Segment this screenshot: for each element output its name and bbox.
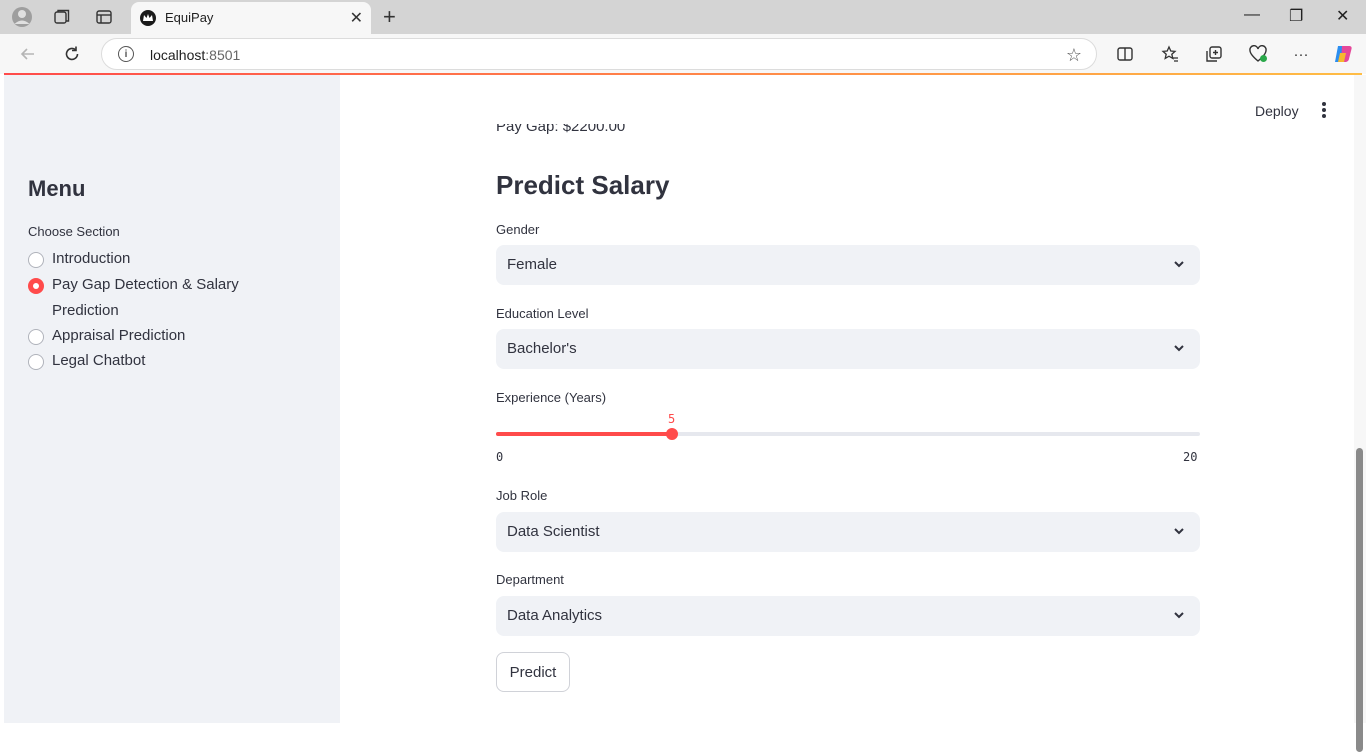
choose-section-label: Choose Section	[28, 224, 120, 239]
minimize-icon[interactable]: —	[1244, 6, 1260, 24]
favorites-icon[interactable]	[1159, 43, 1181, 65]
sidebar-item-pay-gap[interactable]: Pay Gap Detection & Salary Prediction	[28, 276, 242, 324]
deploy-button[interactable]: Deploy	[1255, 103, 1299, 119]
pay-gap-result-text: Pay Gap: $2200.00	[496, 124, 626, 135]
slider-max-label: 20	[1183, 450, 1198, 464]
job-role-select[interactable]: Data Scientist	[496, 512, 1200, 552]
workspaces-icon[interactable]	[51, 6, 73, 28]
radio-button[interactable]	[28, 252, 44, 268]
radio-button[interactable]	[28, 354, 44, 370]
browser-tab-bar: EquiPay ✕ + — ❐ ✕	[0, 0, 1366, 34]
gender-select[interactable]: Female	[496, 245, 1200, 285]
radio-button-selected[interactable]	[28, 278, 44, 294]
new-tab-icon[interactable]: +	[383, 4, 396, 30]
address-bar-row: i localhost:8501 ☆ ···	[0, 34, 1366, 74]
streamlit-favicon-icon	[140, 10, 156, 26]
close-window-icon[interactable]: ✕	[1336, 6, 1349, 26]
experience-slider[interactable]	[496, 428, 1200, 440]
collections-icon[interactable]	[1203, 43, 1225, 65]
url-text: localhost:8501	[150, 47, 241, 63]
gender-label: Gender	[496, 222, 540, 237]
sidebar-title: Menu	[28, 176, 86, 201]
slider-fill	[496, 432, 672, 436]
education-value: Bachelor's	[507, 340, 577, 357]
department-label: Department	[496, 572, 564, 587]
job-role-label: Job Role	[496, 488, 548, 503]
sidebar-item-label: Pay Gap Detection & Salary Prediction	[52, 276, 239, 319]
predict-salary-heading: Predict Salary	[496, 170, 670, 200]
slider-min-label: 0	[496, 450, 504, 464]
sidebar-item-appraisal[interactable]: Appraisal Prediction	[28, 327, 252, 349]
restore-icon[interactable]: ❐	[1289, 6, 1303, 26]
department-value: Data Analytics	[507, 607, 603, 624]
education-select[interactable]: Bachelor's	[496, 329, 1200, 369]
back-icon[interactable]	[17, 43, 39, 65]
sidebar-item-label: Legal Chatbot	[52, 352, 146, 369]
job-role-value: Data Scientist	[507, 523, 600, 540]
copilot-icon[interactable]	[1332, 43, 1354, 65]
favorite-star-icon[interactable]: ☆	[1066, 45, 1082, 66]
experience-slider-value: 5	[668, 412, 676, 426]
tab-close-icon[interactable]: ✕	[350, 8, 363, 28]
tab-title: EquiPay	[165, 10, 214, 25]
chevron-down-icon	[1174, 528, 1184, 535]
sidebar-item-label: Appraisal Prediction	[52, 327, 186, 344]
sidebar	[4, 75, 340, 723]
chevron-down-icon	[1174, 612, 1184, 619]
radio-button[interactable]	[28, 329, 44, 345]
gender-value: Female	[507, 256, 558, 273]
main-menu-icon[interactable]	[1321, 102, 1327, 118]
url-field[interactable]: i localhost:8501 ☆	[101, 38, 1097, 70]
experience-label: Experience (Years)	[496, 390, 607, 405]
more-options-icon[interactable]: ···	[1290, 43, 1312, 65]
page-scrollbar[interactable]	[1354, 75, 1366, 752]
sidebar-item-label: Introduction	[52, 250, 131, 267]
vertical-tabs-icon[interactable]	[93, 6, 115, 28]
refresh-icon[interactable]	[61, 43, 83, 65]
scrollbar-thumb[interactable]	[1356, 448, 1363, 752]
predict-button[interactable]: Predict	[496, 652, 570, 692]
slider-thumb[interactable]	[666, 428, 678, 440]
education-label: Education Level	[496, 306, 589, 321]
site-info-icon[interactable]: i	[118, 46, 134, 62]
profile-icon[interactable]	[11, 6, 33, 28]
browser-essentials-icon[interactable]	[1247, 43, 1269, 65]
chevron-down-icon	[1174, 345, 1184, 352]
tab-equipay[interactable]: EquiPay ✕	[131, 2, 371, 34]
department-select[interactable]: Data Analytics	[496, 596, 1200, 636]
split-screen-icon[interactable]	[1114, 43, 1136, 65]
sidebar-item-introduction[interactable]: Introduction	[28, 250, 252, 272]
chevron-down-icon	[1174, 261, 1184, 268]
sidebar-item-legal-chatbot[interactable]: Legal Chatbot	[28, 352, 252, 374]
